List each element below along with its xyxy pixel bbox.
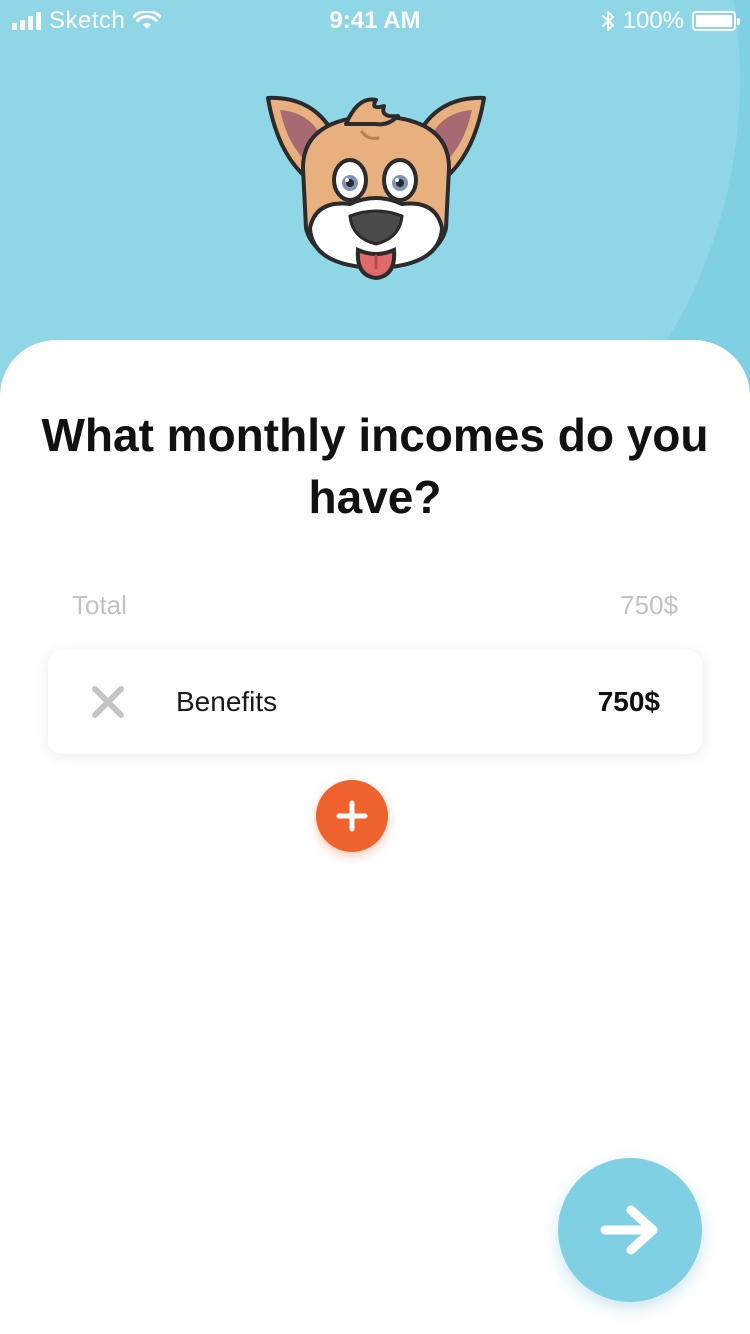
status-right: 100% <box>601 7 740 35</box>
add-income-button[interactable] <box>316 780 388 852</box>
page-title: What monthly incomes do you have? <box>41 409 709 523</box>
income-item[interactable]: Benefits 750$ <box>48 650 702 754</box>
total-value: 750$ <box>620 590 678 620</box>
battery-fill <box>696 15 732 27</box>
next-button[interactable] <box>558 1158 702 1302</box>
arrow-right-icon <box>600 1205 658 1255</box>
remove-income-button[interactable] <box>88 682 128 722</box>
income-label: Benefits <box>176 686 278 717</box>
income-amount: 750$ <box>597 686 660 717</box>
content-card: What monthly incomes do you have? Total … <box>0 340 750 1334</box>
bluetooth-icon <box>601 11 614 31</box>
total-row: Total 750$ <box>72 590 678 621</box>
total-label: Total <box>72 590 127 620</box>
plus-icon <box>336 800 368 832</box>
status-bar: Sketch 9:41 AM 100% <box>0 0 750 40</box>
screen: Sketch 9:41 AM 100% What monthly incomes… <box>0 0 750 1334</box>
battery-icon <box>692 11 740 31</box>
battery-percent: 100% <box>622 7 684 34</box>
dog-face-icon <box>266 95 486 281</box>
close-icon <box>92 686 124 718</box>
